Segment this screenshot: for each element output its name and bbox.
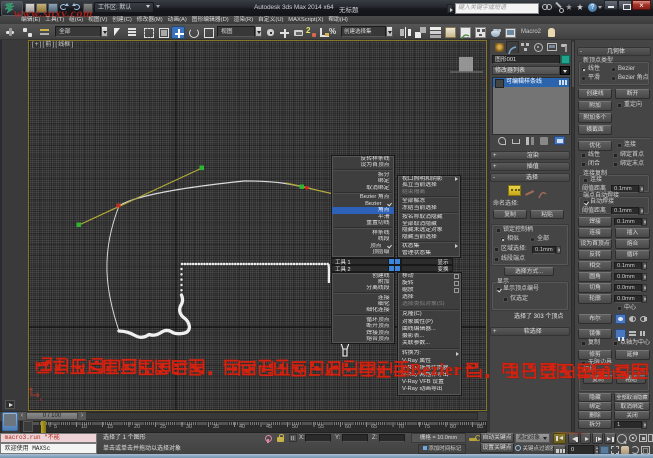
svg-text:Bezier: Bezier <box>410 360 462 379</box>
